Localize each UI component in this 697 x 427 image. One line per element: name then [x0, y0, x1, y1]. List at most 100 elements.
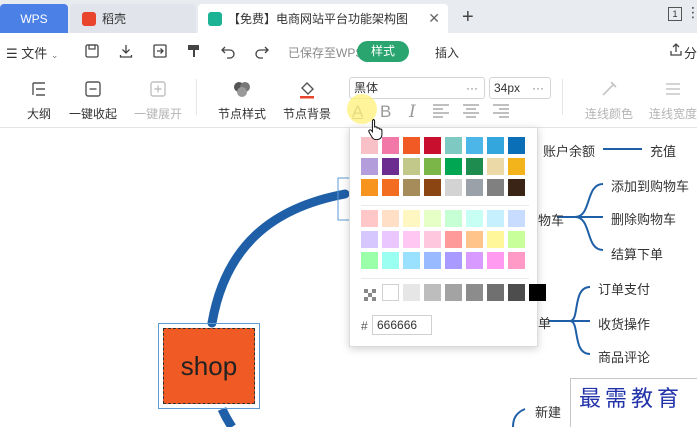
color-swatch[interactable] — [508, 284, 525, 301]
node-receipt[interactable]: 收货操作 — [598, 314, 650, 333]
color-swatch[interactable] — [508, 210, 525, 227]
color-swatch[interactable] — [424, 231, 441, 248]
color-swatch[interactable] — [382, 179, 399, 196]
color-swatch[interactable] — [466, 252, 483, 269]
node-style-button[interactable]: 节点样式 — [218, 79, 266, 122]
color-swatch[interactable] — [466, 231, 483, 248]
node-account-balance[interactable]: 账户余额 — [543, 141, 595, 160]
tab-wps[interactable]: WPS — [0, 4, 68, 33]
color-swatch[interactable] — [508, 158, 525, 175]
redo-icon[interactable] — [254, 43, 270, 59]
color-swatch[interactable] — [424, 137, 441, 154]
italic-button[interactable]: I — [409, 102, 416, 122]
node-new[interactable]: 新建 — [535, 402, 561, 421]
node-add-to-cart[interactable]: 添加到购物车 — [611, 176, 689, 195]
tab-daoke[interactable]: 稻壳 — [70, 4, 196, 33]
tab-insert[interactable]: 插入 — [435, 44, 459, 61]
color-swatch[interactable] — [445, 252, 462, 269]
file-menu[interactable]: ☰ 文件 ⌄ — [6, 43, 58, 62]
color-swatch[interactable] — [424, 210, 441, 227]
color-swatch[interactable] — [466, 137, 483, 154]
color-swatch[interactable] — [487, 231, 504, 248]
align-center-icon[interactable] — [462, 103, 480, 124]
undo-icon[interactable] — [220, 43, 236, 59]
color-swatch[interactable] — [466, 210, 483, 227]
color-swatch[interactable] — [445, 231, 462, 248]
color-swatch[interactable] — [466, 284, 483, 301]
color-swatch[interactable] — [382, 252, 399, 269]
node-cart[interactable]: 物车 — [538, 210, 564, 229]
node-review[interactable]: 商品评论 — [598, 347, 650, 366]
node-order[interactable]: 单 — [538, 313, 551, 332]
node-remove-cart[interactable]: 删除购物车 — [611, 209, 676, 228]
color-swatch[interactable] — [424, 252, 441, 269]
more-icon[interactable]: ⋮ — [686, 4, 697, 21]
color-swatch[interactable] — [445, 137, 462, 154]
node-order-pay[interactable]: 订单支付 — [598, 279, 650, 298]
color-swatch[interactable] — [445, 179, 462, 196]
expand-all-button[interactable]: 一键展开 — [134, 79, 182, 122]
color-swatch[interactable] — [403, 158, 420, 175]
color-swatch[interactable] — [403, 252, 420, 269]
color-swatch[interactable] — [466, 179, 483, 196]
color-swatch[interactable] — [424, 284, 441, 301]
share-icon[interactable] — [668, 42, 684, 58]
node-background-button[interactable]: 节点背景 — [283, 79, 331, 122]
transparent-color-icon[interactable] — [364, 289, 376, 304]
color-swatch[interactable] — [487, 158, 504, 175]
color-swatch[interactable] — [403, 137, 420, 154]
color-swatch[interactable] — [508, 137, 525, 154]
color-swatch[interactable] — [382, 284, 399, 301]
root-node[interactable]: shop — [163, 328, 255, 404]
align-right-icon[interactable] — [492, 103, 510, 124]
font-size-select[interactable]: 34px ··· — [489, 77, 551, 99]
color-swatch[interactable] — [466, 158, 483, 175]
align-left-icon[interactable] — [432, 103, 450, 124]
close-tab-icon[interactable]: ✕ — [428, 10, 440, 27]
color-swatch[interactable] — [403, 179, 420, 196]
color-swatch[interactable] — [361, 179, 378, 196]
color-swatch[interactable] — [361, 210, 378, 227]
color-swatch[interactable] — [424, 158, 441, 175]
line-color-button[interactable]: 连线颜色 — [585, 79, 633, 122]
color-swatch[interactable] — [445, 158, 462, 175]
tab-daoke-label: 稻壳 — [102, 12, 127, 26]
root-node-selection[interactable]: shop — [158, 323, 260, 409]
format-painter-icon[interactable] — [186, 43, 202, 59]
window-count-badge[interactable]: 1 — [668, 7, 682, 21]
color-swatch[interactable] — [445, 284, 462, 301]
color-swatch[interactable] — [424, 179, 441, 196]
save-icon[interactable] — [84, 43, 100, 59]
color-swatch[interactable] — [445, 210, 462, 227]
color-swatch[interactable] — [382, 210, 399, 227]
color-swatch[interactable] — [487, 284, 504, 301]
color-swatch[interactable] — [508, 231, 525, 248]
new-tab-button[interactable]: + — [462, 6, 474, 29]
color-swatch[interactable] — [361, 158, 378, 175]
color-swatch[interactable] — [529, 284, 546, 301]
color-swatch[interactable] — [403, 284, 420, 301]
color-swatch[interactable] — [361, 231, 378, 248]
color-swatch[interactable] — [487, 137, 504, 154]
tab-document[interactable]: 【免费】电商网站平台功能架构图 ✕ — [198, 4, 448, 33]
collapse-all-button[interactable]: 一键收起 — [69, 79, 117, 122]
export-icon[interactable] — [152, 43, 168, 59]
color-swatch[interactable] — [487, 179, 504, 196]
tab-style[interactable]: 样式 — [357, 41, 409, 62]
node-checkout[interactable]: 结算下单 — [611, 244, 663, 263]
color-swatch[interactable] — [487, 252, 504, 269]
outline-button[interactable]: 大纲 — [27, 79, 51, 122]
color-swatch[interactable] — [382, 231, 399, 248]
color-swatch[interactable] — [403, 210, 420, 227]
color-swatch[interactable] — [487, 210, 504, 227]
download-icon[interactable] — [118, 43, 134, 59]
color-swatch[interactable] — [508, 179, 525, 196]
color-swatch[interactable] — [508, 252, 525, 269]
node-recharge[interactable]: 充值 — [650, 141, 676, 160]
line-width-button[interactable]: 连线宽度 — [649, 79, 697, 122]
color-swatch[interactable] — [382, 158, 399, 175]
color-swatch[interactable] — [403, 231, 420, 248]
share-label[interactable]: 分 — [684, 43, 697, 62]
hex-color-input[interactable]: 666666 — [372, 315, 432, 335]
color-swatch[interactable] — [361, 252, 378, 269]
